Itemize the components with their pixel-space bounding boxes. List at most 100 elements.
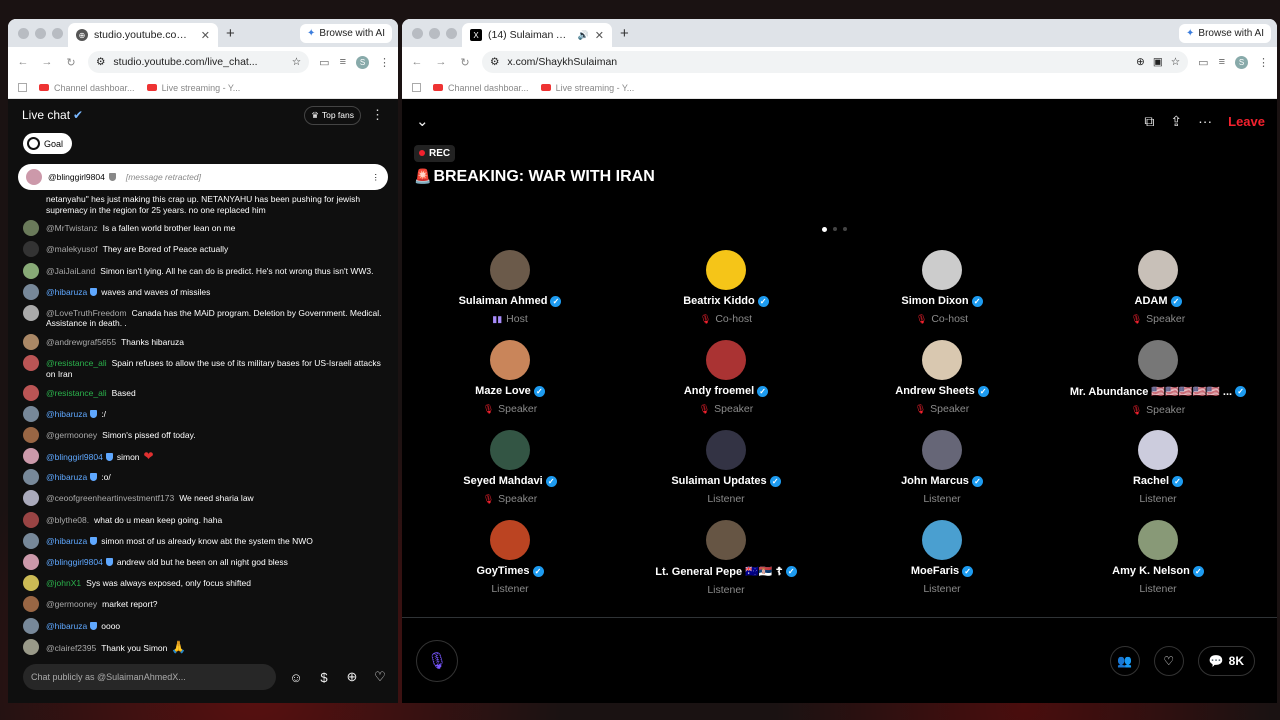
chat-message[interactable]: @hibaruza:o/ bbox=[8, 469, 398, 486]
heart-icon[interactable]: ♡ bbox=[372, 669, 388, 685]
chat-author[interactable]: @blinggirl9804 bbox=[46, 557, 103, 567]
participant-avatar[interactable] bbox=[706, 430, 746, 470]
menu-icon[interactable]: ⋮ bbox=[1258, 56, 1269, 69]
chat-author[interactable]: @ceoofgreenheartinvestmentf173 bbox=[46, 493, 174, 503]
chat-author[interactable]: @MrTwistanz bbox=[46, 223, 98, 233]
reaction-button[interactable]: ♡ bbox=[1153, 645, 1184, 676]
site-settings-icon[interactable]: ⚙ bbox=[96, 56, 105, 68]
chat-author[interactable]: @hibaruza bbox=[46, 472, 87, 482]
extensions-icon[interactable]: ▭ bbox=[1198, 56, 1208, 69]
chat-message[interactable]: @JaiJaiLand Simon isn't lying. All he can… bbox=[8, 262, 398, 279]
participant-avatar[interactable] bbox=[706, 340, 746, 380]
site-settings-icon[interactable]: ⚙ bbox=[490, 56, 499, 68]
profile-avatar[interactable]: S bbox=[1235, 55, 1248, 69]
chat-author[interactable]: @blinggirl9804 bbox=[46, 452, 103, 462]
chat-message[interactable]: @malekyusof They are Bored of Peace actua… bbox=[8, 241, 398, 258]
participant-avatar[interactable] bbox=[1138, 520, 1178, 560]
avatar[interactable] bbox=[23, 241, 39, 258]
pinned-message[interactable]: @blinggirl9804 [message retracted] ⋮ bbox=[18, 164, 388, 190]
window-controls[interactable] bbox=[8, 27, 68, 39]
avatar[interactable] bbox=[23, 426, 39, 443]
browse-with-ai-button[interactable]: ✦ Browse with AI bbox=[1179, 24, 1271, 43]
close-tab-icon[interactable]: ✕ bbox=[595, 29, 604, 42]
browse-with-ai-button[interactable]: ✦ Browse with AI bbox=[300, 24, 392, 43]
participant-avatar[interactable] bbox=[922, 340, 962, 380]
participant[interactable]: Mr. Abundance 🇺🇸🇺🇸🇺🇸🇺🇸🇺🇸 ... ✓ 🎙 Speaker bbox=[1050, 340, 1266, 430]
share-icon[interactable]: ⇪ bbox=[1170, 113, 1182, 130]
chat-message[interactable]: @johnX1 Sys was always exposed, only focu… bbox=[8, 575, 398, 592]
participant-avatar[interactable] bbox=[1138, 430, 1178, 470]
participant[interactable]: Maze Love ✓ 🎙 Speaker bbox=[402, 340, 618, 430]
chat-message[interactable]: @resistance_ali Based bbox=[8, 384, 398, 401]
chat-author[interactable]: @resistance_ali bbox=[46, 358, 107, 368]
chat-author[interactable]: @blythe08. bbox=[46, 515, 89, 525]
participant-avatar[interactable] bbox=[706, 520, 746, 560]
apps-icon[interactable] bbox=[18, 83, 27, 92]
participant[interactable]: ADAM ✓ 🎙 Speaker bbox=[1050, 250, 1266, 340]
avatar[interactable] bbox=[23, 262, 39, 279]
tab-live-chat[interactable]: ⊕ studio.youtube.com/live_chat ✕ bbox=[68, 23, 218, 47]
chat-author[interactable]: @malekyusof bbox=[46, 244, 98, 254]
tab-x[interactable]: X (14) Sulaiman Ahmed (@Sh... 🔊 ✕ bbox=[462, 23, 612, 47]
back-icon[interactable]: ← bbox=[16, 56, 30, 68]
avatar[interactable] bbox=[23, 575, 39, 592]
bookmark-star-icon[interactable]: ☆ bbox=[1171, 56, 1180, 68]
apps-icon[interactable] bbox=[412, 83, 421, 92]
avatar[interactable] bbox=[23, 334, 39, 351]
emoji-icon[interactable]: ☺ bbox=[288, 669, 304, 685]
address-bar[interactable]: ⚙ studio.youtube.com/live_chat... ☆ bbox=[88, 51, 310, 73]
chat-message[interactable]: @hibaruza:/ bbox=[8, 405, 398, 422]
chat-author[interactable]: @hibaruza bbox=[46, 287, 87, 297]
avatar[interactable] bbox=[23, 355, 39, 372]
participant[interactable]: Amy K. Nelson ✓ Listener bbox=[1050, 520, 1266, 610]
participant[interactable]: GoyTimes ✓ Listener bbox=[402, 520, 618, 610]
chat-message[interactable]: @hibaruza waves and waves of missiles bbox=[8, 283, 398, 300]
speaker-icon[interactable]: 🔊 bbox=[578, 30, 589, 41]
chat-message[interactable]: @resistance_ali Spain refuses to allow th… bbox=[8, 355, 398, 379]
chat-author[interactable]: @LoveTruthFreedom bbox=[46, 308, 127, 318]
chat-message[interactable]: @germooney market report? bbox=[8, 596, 398, 613]
super-chat-icon[interactable]: $ bbox=[316, 669, 332, 685]
zoom-icon[interactable]: ⊕ bbox=[1136, 56, 1145, 68]
participant-avatar[interactable] bbox=[490, 520, 530, 560]
chat-author[interactable]: @johnX1 bbox=[46, 578, 81, 588]
avatar[interactable] bbox=[23, 490, 39, 507]
participant-avatar[interactable] bbox=[490, 340, 530, 380]
microphone-button[interactable]: 🎙 bbox=[416, 639, 458, 682]
window-controls[interactable] bbox=[402, 27, 462, 39]
reload-icon[interactable]: ↻ bbox=[64, 56, 78, 69]
avatar[interactable] bbox=[23, 617, 39, 634]
chat-message[interactable]: @clairef2395 Thank you Simon 🙏 bbox=[8, 638, 398, 655]
new-tab-button[interactable]: + bbox=[226, 25, 235, 42]
participant[interactable]: Andrew Sheets ✓ 🎙 Speaker bbox=[834, 340, 1050, 430]
participant[interactable]: Seyed Mahdavi ✓ 🎙 Speaker bbox=[402, 430, 618, 520]
participant-avatar[interactable] bbox=[922, 520, 962, 560]
avatar[interactable] bbox=[23, 220, 39, 237]
list-icon[interactable]: ≡ bbox=[1219, 56, 1225, 68]
install-icon[interactable]: ▣ bbox=[1153, 56, 1163, 68]
dock-icon[interactable]: ⧉ bbox=[1144, 113, 1154, 130]
participant[interactable]: John Marcus ✓ Listener bbox=[834, 430, 1050, 520]
chat-author[interactable]: @resistance_ali bbox=[46, 388, 107, 398]
participant[interactable]: Andy froemel ✓ 🎙 Speaker bbox=[618, 340, 834, 430]
bookmark-channel-dashboard[interactable]: Channel dashboar... bbox=[433, 83, 529, 93]
reload-icon[interactable]: ↻ bbox=[458, 56, 472, 69]
more-options-icon[interactable]: ··· bbox=[1198, 113, 1212, 129]
participant[interactable]: Lt. General Pepe 🇦🇺🇷🇸 ☦ ✓ Listener bbox=[618, 520, 834, 610]
chat-message[interactable]: @blinggirl9804 simon ❤ bbox=[8, 448, 398, 465]
chat-message[interactable]: @LoveTruthFreedom Canada has the MAiD pro… bbox=[8, 304, 398, 329]
avatar[interactable] bbox=[23, 283, 39, 300]
list-icon[interactable]: ≡ bbox=[340, 56, 346, 68]
participant-avatar[interactable] bbox=[922, 250, 962, 290]
chat-author[interactable]: @germooney bbox=[46, 430, 97, 440]
participant[interactable]: Sulaiman Updates ✓ Listener bbox=[618, 430, 834, 520]
bookmark-live-streaming[interactable]: Live streaming - Y... bbox=[146, 83, 240, 93]
bookmark-channel-dashboard[interactable]: Channel dashboar... bbox=[39, 83, 135, 93]
participant[interactable]: Simon Dixon ✓ 🎙 Co-host bbox=[834, 250, 1050, 340]
chat-message[interactable]: netanyahu" hes just making this crap up.… bbox=[8, 191, 398, 215]
forward-icon[interactable]: → bbox=[40, 56, 54, 68]
avatar[interactable] bbox=[23, 469, 39, 486]
address-bar[interactable]: ⚙ x.com/ShaykhSulaiman ⊕ ▣ ☆ bbox=[482, 51, 1189, 73]
chat-message[interactable]: @hibaruza oooo bbox=[8, 617, 398, 634]
profile-avatar[interactable]: S bbox=[356, 55, 369, 69]
